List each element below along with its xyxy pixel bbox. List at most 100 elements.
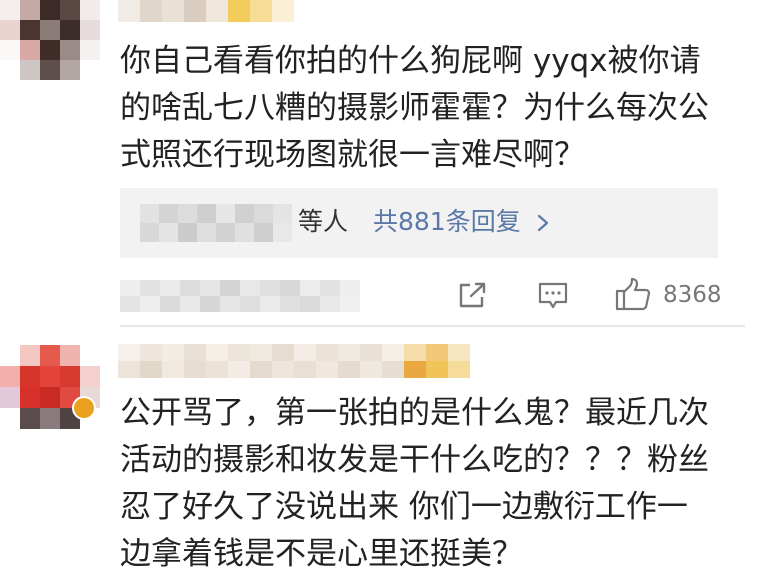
mosaic-pixel <box>0 0 20 20</box>
mosaic-pixel <box>40 408 60 429</box>
avatar[interactable] <box>0 0 100 80</box>
mosaic-pixel <box>60 60 80 80</box>
mosaic-pixel <box>40 60 60 80</box>
mosaic-pixel <box>160 280 180 296</box>
mosaic-pixel <box>140 204 159 223</box>
mosaic-pixel <box>159 223 178 242</box>
mosaic-pixel <box>426 344 448 361</box>
mosaic-pixel <box>426 361 448 378</box>
mosaic-pixel <box>20 40 40 60</box>
mosaic-pixel <box>280 280 300 296</box>
mosaic-pixel <box>360 361 382 378</box>
comment-icon[interactable] <box>538 282 568 310</box>
mosaic-pixel <box>20 387 40 408</box>
timestamp-blurred <box>120 280 360 312</box>
mosaic-pixel <box>60 40 80 60</box>
mosaic-pixel <box>140 296 160 312</box>
mosaic-pixel <box>140 280 160 296</box>
mosaic-pixel <box>20 0 40 20</box>
mosaic-pixel <box>272 361 294 378</box>
reply-count-link[interactable]: 共881条回复 <box>373 207 521 237</box>
comment-line: 你自己看看你拍的什么狗屁啊 yyqx被你请 <box>120 43 701 79</box>
divider <box>120 325 745 327</box>
mosaic-pixel <box>80 345 100 366</box>
mosaic-pixel <box>20 60 40 80</box>
mosaic-pixel <box>40 0 60 20</box>
mosaic-pixel <box>300 296 320 312</box>
mosaic-pixel <box>220 280 240 296</box>
comment-line: 的啥乱七八糟的摄影师霍霍？为什么每次公 <box>120 90 709 126</box>
mosaic-pixel <box>120 296 140 312</box>
mosaic-pixel <box>0 40 20 60</box>
mosaic-pixel <box>240 296 260 312</box>
mosaic-pixel <box>162 361 184 378</box>
mosaic-pixel <box>448 344 470 361</box>
thumbs-up-icon[interactable] <box>615 277 651 311</box>
mosaic-pixel <box>360 344 382 361</box>
mosaic-pixel <box>20 345 40 366</box>
share-icon[interactable] <box>458 281 488 309</box>
username-blurred[interactable] <box>118 0 294 22</box>
mosaic-pixel <box>250 361 272 378</box>
mosaic-pixel <box>228 361 250 378</box>
mosaic-pixel <box>316 344 338 361</box>
reply-names-suffix: 等人 <box>298 207 349 236</box>
mosaic-pixel <box>228 344 250 361</box>
mosaic-pixel <box>338 361 360 378</box>
comment-text: 你自己看看你拍的什么狗屁啊 yyqx被你请 的啥乱七八糟的摄影师霍霍？为什么每次… <box>120 38 760 179</box>
mosaic-pixel <box>260 280 280 296</box>
mosaic-pixel <box>60 20 80 40</box>
mosaic-pixel <box>80 60 100 80</box>
mosaic-pixel <box>60 0 80 20</box>
mosaic-pixel <box>273 204 292 223</box>
mosaic-pixel <box>184 0 206 22</box>
mosaic-pixel <box>300 280 320 296</box>
mosaic-pixel <box>294 361 316 378</box>
chevron-right-icon[interactable] <box>536 214 550 232</box>
comment-line: 公开骂了，第一张拍的是什么鬼？最近几次 <box>120 395 709 431</box>
mosaic-pixel <box>206 361 228 378</box>
mosaic-pixel <box>160 296 180 312</box>
mosaic-pixel <box>0 60 20 80</box>
replies-preview[interactable]: 等人 共881条回复 <box>120 188 718 258</box>
mosaic-pixel <box>118 344 140 361</box>
mosaic-pixel <box>20 408 40 429</box>
comment-text: 公开骂了，第一张拍的是什么鬼？最近几次 活动的摄影和妆发是干什么吃的？？？粉丝 … <box>120 390 760 578</box>
mosaic-pixel <box>162 344 184 361</box>
mosaic-pixel <box>0 20 20 40</box>
mosaic-pixel <box>404 344 426 361</box>
mosaic-pixel <box>200 296 220 312</box>
comment-line: 活动的摄影和妆发是干什么吃的？？？粉丝 <box>120 442 709 478</box>
mosaic-pixel <box>0 345 20 366</box>
mosaic-pixel <box>216 223 235 242</box>
mosaic-pixel <box>197 223 216 242</box>
mosaic-pixel <box>272 0 294 22</box>
mosaic-pixel <box>159 204 178 223</box>
mosaic-pixel <box>216 204 235 223</box>
mosaic-pixel <box>140 344 162 361</box>
mosaic-pixel <box>294 344 316 361</box>
mosaic-pixel <box>120 280 140 296</box>
mosaic-pixel <box>80 40 100 60</box>
mosaic-pixel <box>206 0 228 22</box>
mosaic-pixel <box>0 387 20 408</box>
mosaic-pixel <box>200 280 220 296</box>
mosaic-pixel <box>40 345 60 366</box>
mosaic-pixel <box>118 361 140 378</box>
mosaic-pixel <box>228 0 250 22</box>
mosaic-pixel <box>382 344 404 361</box>
mosaic-pixel <box>0 366 20 387</box>
mosaic-pixel <box>280 296 300 312</box>
mosaic-pixel <box>235 204 254 223</box>
mosaic-pixel <box>240 280 260 296</box>
mosaic-pixel <box>20 20 40 40</box>
mosaic-pixel <box>316 361 338 378</box>
mosaic-pixel <box>235 223 254 242</box>
mosaic-pixel <box>40 387 60 408</box>
mosaic-pixel <box>184 361 206 378</box>
mosaic-pixel <box>180 296 200 312</box>
username-blurred[interactable] <box>118 344 470 378</box>
mosaic-pixel <box>118 0 140 22</box>
mosaic-pixel <box>80 20 100 40</box>
mosaic-pixel <box>340 280 360 296</box>
